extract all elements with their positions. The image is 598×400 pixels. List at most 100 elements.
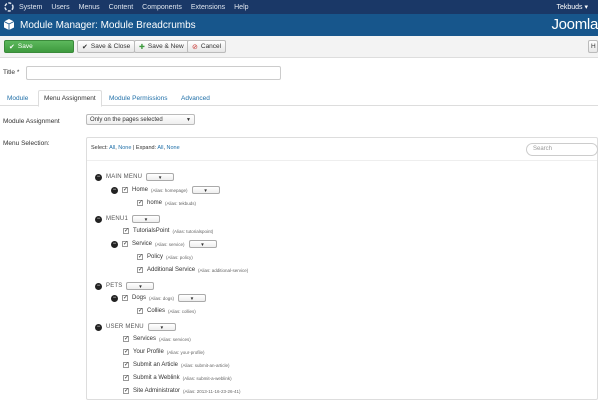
group-options-select[interactable]: ▼ — [147, 323, 176, 331]
menu-item-alias: (Alias: additional-service) — [198, 267, 249, 273]
menu-item-checkbox[interactable]: ✓ — [122, 187, 128, 193]
menu-item-name: home — [147, 200, 163, 206]
plus-icon: ✚ — [139, 43, 145, 51]
collapse-icon[interactable]: − — [95, 215, 102, 223]
menu-group-row: − MAIN MENU ▼ — [95, 171, 175, 183]
item-options-select[interactable]: ▼ — [191, 186, 220, 194]
menu-item-row: ✓ Additional Service (Alias: additional-se… — [137, 264, 252, 276]
page-title: Module Manager: Module Breadcrumbs — [20, 19, 196, 31]
menu-item-checkbox[interactable]: ✓ — [123, 349, 129, 355]
menu-item-row: ✓ Collies (Alias: collies) — [137, 305, 200, 317]
menu-group-name: PETS — [106, 283, 123, 289]
module-assignment-select[interactable]: Only on the pages selected ▼ — [86, 114, 195, 125]
menu-item-alias: (Alias: homepage) — [151, 187, 188, 193]
group-options-select[interactable]: ▼ — [126, 282, 155, 290]
cube-icon — [3, 18, 15, 32]
menu-item-alias: (Alias: dogs) — [149, 295, 175, 301]
cancel-button-label: Cancel — [200, 43, 222, 50]
menu-selection-label: Menu Selection: — [3, 140, 50, 147]
menu-group-row: − USER MENU ▼ — [95, 321, 176, 333]
item-options-select[interactable]: ▼ — [178, 294, 207, 302]
menu-item-row: − ✓ Service (Alias: service) ▼ — [111, 238, 217, 250]
menu-item-name: Policy — [147, 254, 164, 260]
menu-content[interactable]: Content — [109, 4, 134, 11]
menu-item-checkbox[interactable]: ✓ — [122, 295, 128, 301]
menu-item-checkbox[interactable]: ✓ — [137, 308, 143, 314]
menu-item-checkbox[interactable]: ✓ — [137, 267, 143, 273]
menu-item-name: Your Profile — [133, 349, 164, 355]
menu-item-name: Services — [133, 336, 157, 342]
tab-module-permissions[interactable]: Module Permissions — [104, 90, 173, 106]
menu-item-alias: (Alias: services) — [159, 336, 191, 342]
menu-group-name: MENU1 — [106, 216, 129, 222]
menu-item-alias: (Alias: your-profile) — [166, 349, 205, 355]
check-icon: ✔ — [82, 43, 88, 51]
select-all-link[interactable]: All — [109, 145, 115, 151]
menu-components[interactable]: Components — [142, 4, 182, 11]
select-none-link[interactable]: None — [118, 145, 131, 151]
save-button[interactable]: ✔ Save — [4, 40, 74, 53]
save-new-button[interactable]: ✚ Save & New — [134, 40, 189, 53]
menu-item-name: Submit an Article — [133, 362, 179, 368]
joomla-logo-icon[interactable] — [3, 1, 15, 13]
menu-item-row: ✓ Submit a Weblink (Alias: submit-a-weblin… — [123, 372, 236, 384]
expand-none-link[interactable]: None — [167, 145, 180, 151]
menu-item-row: ✓ Policy (Alias: policy) — [137, 251, 197, 263]
menu-system[interactable]: System — [19, 4, 42, 11]
menu-item-name: Submit a Weblink — [133, 375, 180, 381]
tab-advanced[interactable]: Advanced — [176, 90, 215, 106]
group-options-select[interactable]: ▼ — [146, 173, 175, 181]
menu-item-row: − ✓ Dogs (Alias: dogs) ▼ — [111, 292, 207, 304]
tab-menu-assignment[interactable]: Menu Assignment — [38, 90, 102, 107]
menu-item-row: ✓ TutorialsPoint (Alias: tutorialspoint) — [123, 225, 217, 237]
menu-item-name: Service — [132, 241, 153, 247]
menu-item-row: − ✓ Home (Alias: homepage) ▼ — [111, 184, 220, 196]
menu-item-checkbox[interactable]: ✓ — [137, 200, 143, 206]
group-options-select[interactable]: ▼ — [132, 215, 161, 223]
tab-bar: Module Menu Assignment Module Permission… — [0, 90, 598, 107]
menu-item-name: Additional Service — [147, 267, 196, 273]
title-label: Title * — [3, 69, 20, 76]
menu-users[interactable]: Users — [51, 4, 69, 11]
save-new-button-label: Save & New — [147, 43, 184, 50]
menu-item-row: ✓ Services (Alias: services) — [123, 333, 195, 345]
collapse-icon[interactable]: − — [111, 240, 118, 248]
menu-item-checkbox[interactable]: ✓ — [123, 336, 129, 342]
help-button[interactable]: H — [588, 40, 598, 53]
menu-item-name: TutorialsPoint — [133, 228, 170, 234]
item-options-select[interactable]: ▼ — [188, 240, 217, 248]
menu-extensions[interactable]: Extensions — [191, 4, 225, 11]
chevron-down-icon: ▼ — [186, 116, 191, 123]
menu-item-checkbox[interactable]: ✓ — [123, 362, 129, 368]
menu-menus[interactable]: Menus — [79, 4, 100, 11]
menu-help[interactable]: Help — [234, 4, 248, 11]
toolbar: ✔ Save ✔ Save & Close ✚ Save & New ⊘ Can… — [0, 36, 598, 58]
menu-item-alias: (Alias: submit-a-weblink) — [182, 375, 232, 381]
collapse-icon[interactable]: − — [95, 282, 102, 290]
collapse-icon[interactable]: − — [95, 173, 102, 181]
menu-item-row: ✓ Site Administrator (Alias: 2013-11-16-23… — [123, 385, 244, 397]
menu-item-checkbox[interactable]: ✓ — [123, 375, 129, 381]
menu-item-checkbox[interactable]: ✓ — [122, 241, 128, 247]
menu-search-input[interactable]: Search — [526, 143, 598, 156]
tab-module[interactable]: Module — [2, 90, 33, 106]
title-field[interactable] — [26, 66, 281, 80]
menu-item-row: ✓ Submit an Article (Alias: submit-an-arti… — [123, 359, 234, 371]
user-menu[interactable]: Tekbuds ▾ — [556, 3, 588, 11]
menu-item-checkbox[interactable]: ✓ — [123, 388, 129, 394]
collapse-icon[interactable]: − — [111, 186, 118, 194]
expand-text: Expand: — [135, 145, 157, 151]
menu-item-alias: (Alias: 2013-11-16-23-26-41) — [183, 388, 241, 394]
menu-item-checkbox[interactable]: ✓ — [137, 254, 143, 260]
collapse-icon[interactable]: − — [95, 323, 102, 331]
page-header: Module Manager: Module Breadcrumbs Jooml… — [0, 14, 598, 36]
save-close-button[interactable]: ✔ Save & Close — [77, 40, 136, 53]
menu-item-name: Collies — [147, 308, 166, 314]
menu-group-name: MAIN MENU — [106, 174, 143, 180]
admin-menu-bar: System Users Menus Content Components Ex… — [0, 0, 598, 14]
collapse-icon[interactable]: − — [111, 294, 118, 302]
expand-all-link[interactable]: All — [157, 145, 163, 151]
menu-item-checkbox[interactable]: ✓ — [123, 228, 129, 234]
cancel-button[interactable]: ⊘ Cancel — [187, 40, 227, 53]
menu-group-name: USER MENU — [106, 324, 144, 330]
